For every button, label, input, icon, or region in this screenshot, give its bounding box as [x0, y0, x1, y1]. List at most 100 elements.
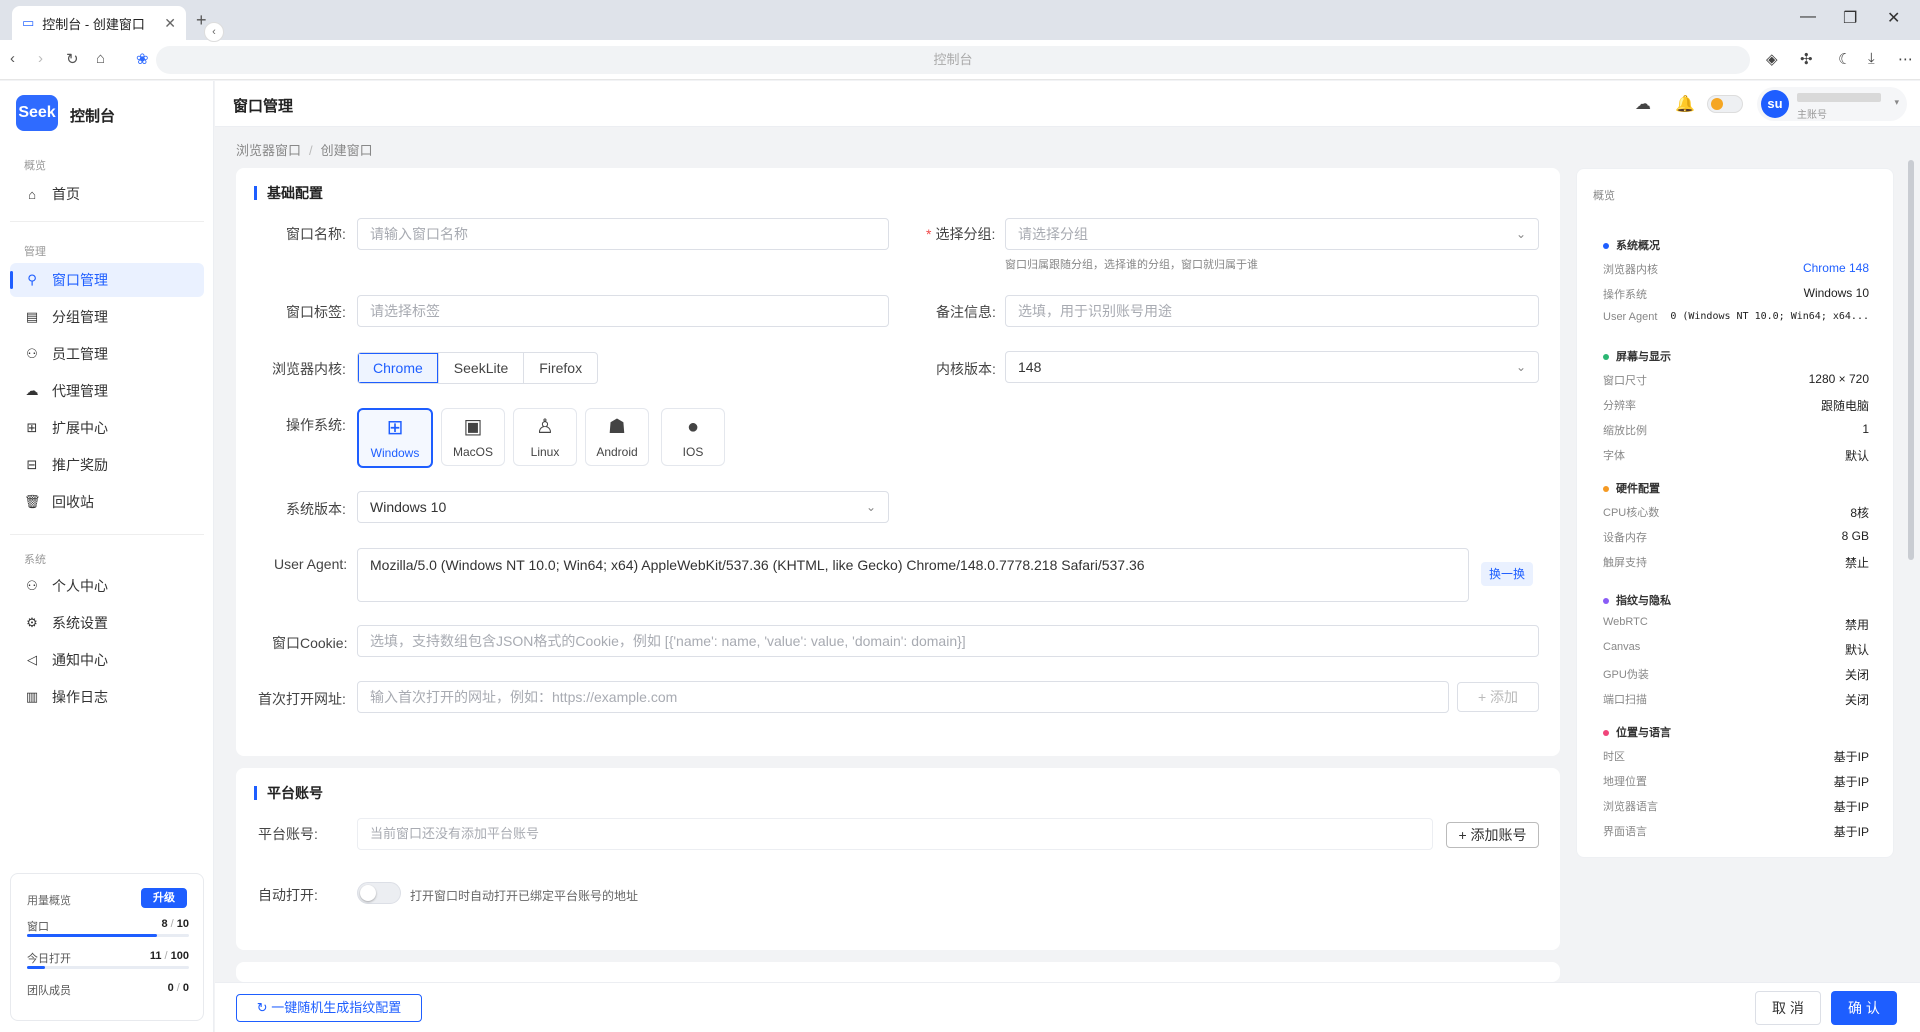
tag-label: 窗口标签: — [286, 304, 346, 320]
user-menu[interactable]: su 主账号 ▾ — [1757, 87, 1907, 121]
sidebar-item-groups[interactable]: ▤ 分组管理 — [10, 300, 204, 334]
reload-icon[interactable]: ↻ — [66, 50, 79, 68]
theme-toggle[interactable] — [1707, 95, 1743, 113]
sidebar-item-proxy[interactable]: ☁ 代理管理 — [10, 374, 204, 408]
add-url-button[interactable]: + 添加 — [1457, 682, 1539, 712]
auto-open-switch[interactable] — [357, 882, 401, 904]
overview-section-title: 硬件配置 — [1603, 480, 1660, 496]
bell-icon[interactable]: 🔔 — [1675, 94, 1695, 114]
cloud-upload-icon[interactable]: ☁ — [1635, 94, 1651, 114]
kernel-option-firefox[interactable]: Firefox — [524, 353, 597, 383]
overview-row: 操作系统 Windows 10 — [1603, 286, 1869, 302]
sidebar-item-settings[interactable]: ⚙ 系统设置 — [10, 606, 204, 640]
change-ua-button[interactable]: 换一换 — [1481, 562, 1533, 586]
overview-key: 设备内存 — [1603, 532, 1647, 544]
back-icon[interactable]: ‹ — [10, 50, 15, 67]
cookie-input[interactable]: 选填，支持数组包含JSON格式的Cookie，例如 [{'name': name… — [357, 625, 1539, 657]
window-icon: ⚲ — [27, 272, 37, 287]
home-icon: ⌂ — [28, 186, 36, 202]
user-agent-textarea[interactable]: Mozilla/5.0 (Windows NT 10.0; Win64; x64… — [357, 548, 1469, 602]
usage-bar — [27, 934, 189, 937]
home-browser-icon[interactable]: ⌂ — [96, 50, 105, 67]
overview-row: 设备内存 8 GB — [1603, 529, 1869, 545]
os-version-select[interactable]: Windows 10 ⌄ — [357, 491, 889, 523]
group-hint: 窗口归属跟随分组，选择谁的分组，窗口就归属于谁 — [1005, 259, 1258, 271]
platform-account-card: 平台账号 — [236, 768, 1560, 950]
forward-icon[interactable]: › — [38, 50, 43, 67]
page-title: 窗口管理 — [233, 98, 294, 115]
overview-key: 浏览器内核 — [1603, 264, 1658, 276]
upgrade-button[interactable]: 升级 — [141, 888, 187, 908]
os-option-macos[interactable]: ▣ MacOS — [441, 408, 505, 466]
generate-fingerprint-button[interactable]: ↻ 一键随机生成指纹配置 — [236, 994, 422, 1022]
restore-icon[interactable]: ❐ — [1843, 8, 1857, 28]
os-label: 操作系统: — [286, 417, 346, 433]
usage-used: 11 — [149, 950, 162, 962]
linux-icon: ♙ — [536, 416, 554, 438]
minimize-icon[interactable]: — — [1800, 8, 1816, 26]
staff-icon: ⚇ — [26, 346, 38, 361]
chevron-down-icon: ▾ — [1894, 97, 1899, 107]
status-dot — [1603, 598, 1609, 605]
moon-icon[interactable]: ☾ — [1838, 50, 1851, 68]
overview-section-title: 系统概况 — [1603, 237, 1660, 253]
os-option-android[interactable]: ☗ Android — [585, 408, 649, 466]
kernel-version-label: 内核版本: — [936, 361, 996, 377]
sidebar-item-extensions[interactable]: ⊞ 扩展中心 — [10, 411, 204, 445]
breadcrumb-parent[interactable]: 浏览器窗口 — [236, 143, 301, 158]
status-dot — [1603, 730, 1609, 737]
usage-label: 团队成员 — [27, 985, 71, 997]
os-option-windows[interactable]: ⊞ Windows — [357, 408, 433, 468]
close-window-icon[interactable]: ✕ — [1887, 8, 1900, 28]
download-icon[interactable]: ⤓ — [1868, 50, 1875, 67]
overview-key: 界面语言 — [1603, 826, 1647, 838]
scrollbar[interactable] — [1908, 160, 1914, 560]
puzzle-icon[interactable]: ✣ — [1800, 50, 1813, 68]
sidebar-item-windows[interactable]: ⚲ 窗口管理 — [10, 263, 204, 297]
browser-tab[interactable]: ▭ 控制台 - 创建窗口 ✕ — [12, 6, 186, 40]
overview-row: 缩放比例 1 — [1603, 422, 1869, 438]
os-option-linux[interactable]: ♙ Linux — [513, 408, 577, 466]
next-card-peek — [236, 962, 1560, 982]
sidebar-item-home[interactable]: ⌂ 首页 — [10, 177, 204, 211]
kernel-option-seeklite[interactable]: SeekLite — [439, 353, 525, 383]
kernel-option-chrome[interactable]: Chrome — [358, 353, 439, 383]
sidebar-item-logs[interactable]: ▥ 操作日志 — [10, 680, 204, 714]
kernel-version-select[interactable]: 148 ⌄ — [1005, 351, 1539, 383]
overview-key: Canvas — [1603, 641, 1641, 653]
paw-icon[interactable]: ❀ — [136, 50, 149, 68]
close-tab-icon[interactable]: ✕ — [164, 15, 176, 32]
switch-knob — [360, 885, 376, 901]
usage-bar-fill — [27, 934, 157, 937]
auto-open-description: 打开窗口时自动打开已绑定平台账号的地址 — [410, 889, 639, 903]
sidebar-item-trash[interactable]: 🗑 回收站 — [10, 485, 204, 519]
tab-title: 控制台 - 创建窗口 — [42, 16, 145, 32]
usage-panel: 用量概览 升级 窗口 8 / 10 今日打开 11 / 100 团队成员 0 /… — [10, 873, 204, 1021]
sidebar-item-notifications[interactable]: ◁ 通知中心 — [10, 643, 204, 677]
more-icon[interactable]: ⋯ — [1898, 50, 1913, 68]
overview-row: WebRTC 禁用 — [1603, 616, 1869, 632]
overview-key: 浏览器语言 — [1603, 801, 1658, 813]
overview-row: User Agent 0 (Windows NT 10.0; Win64; x64… — [1603, 311, 1869, 323]
add-account-button[interactable]: + 添加账号 — [1446, 822, 1539, 848]
sidebar-item-rewards[interactable]: ⊟ 推广奖励 — [10, 448, 204, 482]
overview-value: 基于IP — [1833, 800, 1869, 814]
sidebar-item-label: 扩展中心 — [52, 420, 108, 436]
overview-value: 默认 — [1844, 643, 1869, 657]
group-select[interactable]: 请选择分组 ⌄ — [1005, 218, 1539, 250]
layers-icon[interactable]: ◈ — [1766, 50, 1778, 68]
sidebar-item-label: 代理管理 — [52, 383, 108, 399]
tag-select[interactable]: 请选择标签 — [357, 295, 889, 327]
note-input[interactable]: 选填，用于识别账号用途 — [1005, 295, 1539, 327]
cancel-button[interactable]: 取 消 — [1755, 991, 1821, 1025]
usage-label: 今日打开 — [27, 953, 71, 965]
sidebar-item-staff[interactable]: ⚇ 员工管理 — [10, 337, 204, 371]
os-option-ios[interactable]: ● IOS — [661, 408, 725, 466]
window-name-input[interactable]: 请输入窗口名称 — [357, 218, 889, 250]
first-url-input[interactable]: 输入首次打开的网址，例如：https://example.com — [357, 681, 1449, 713]
url-field[interactable]: 控制台 — [156, 46, 1750, 74]
sidebar-item-label: 窗口管理 — [52, 272, 108, 288]
sidebar-item-profile[interactable]: ⚇ 个人中心 — [10, 569, 204, 603]
collapse-sidebar-button[interactable]: ‹ — [204, 22, 224, 42]
confirm-button[interactable]: 确 认 — [1831, 991, 1897, 1025]
